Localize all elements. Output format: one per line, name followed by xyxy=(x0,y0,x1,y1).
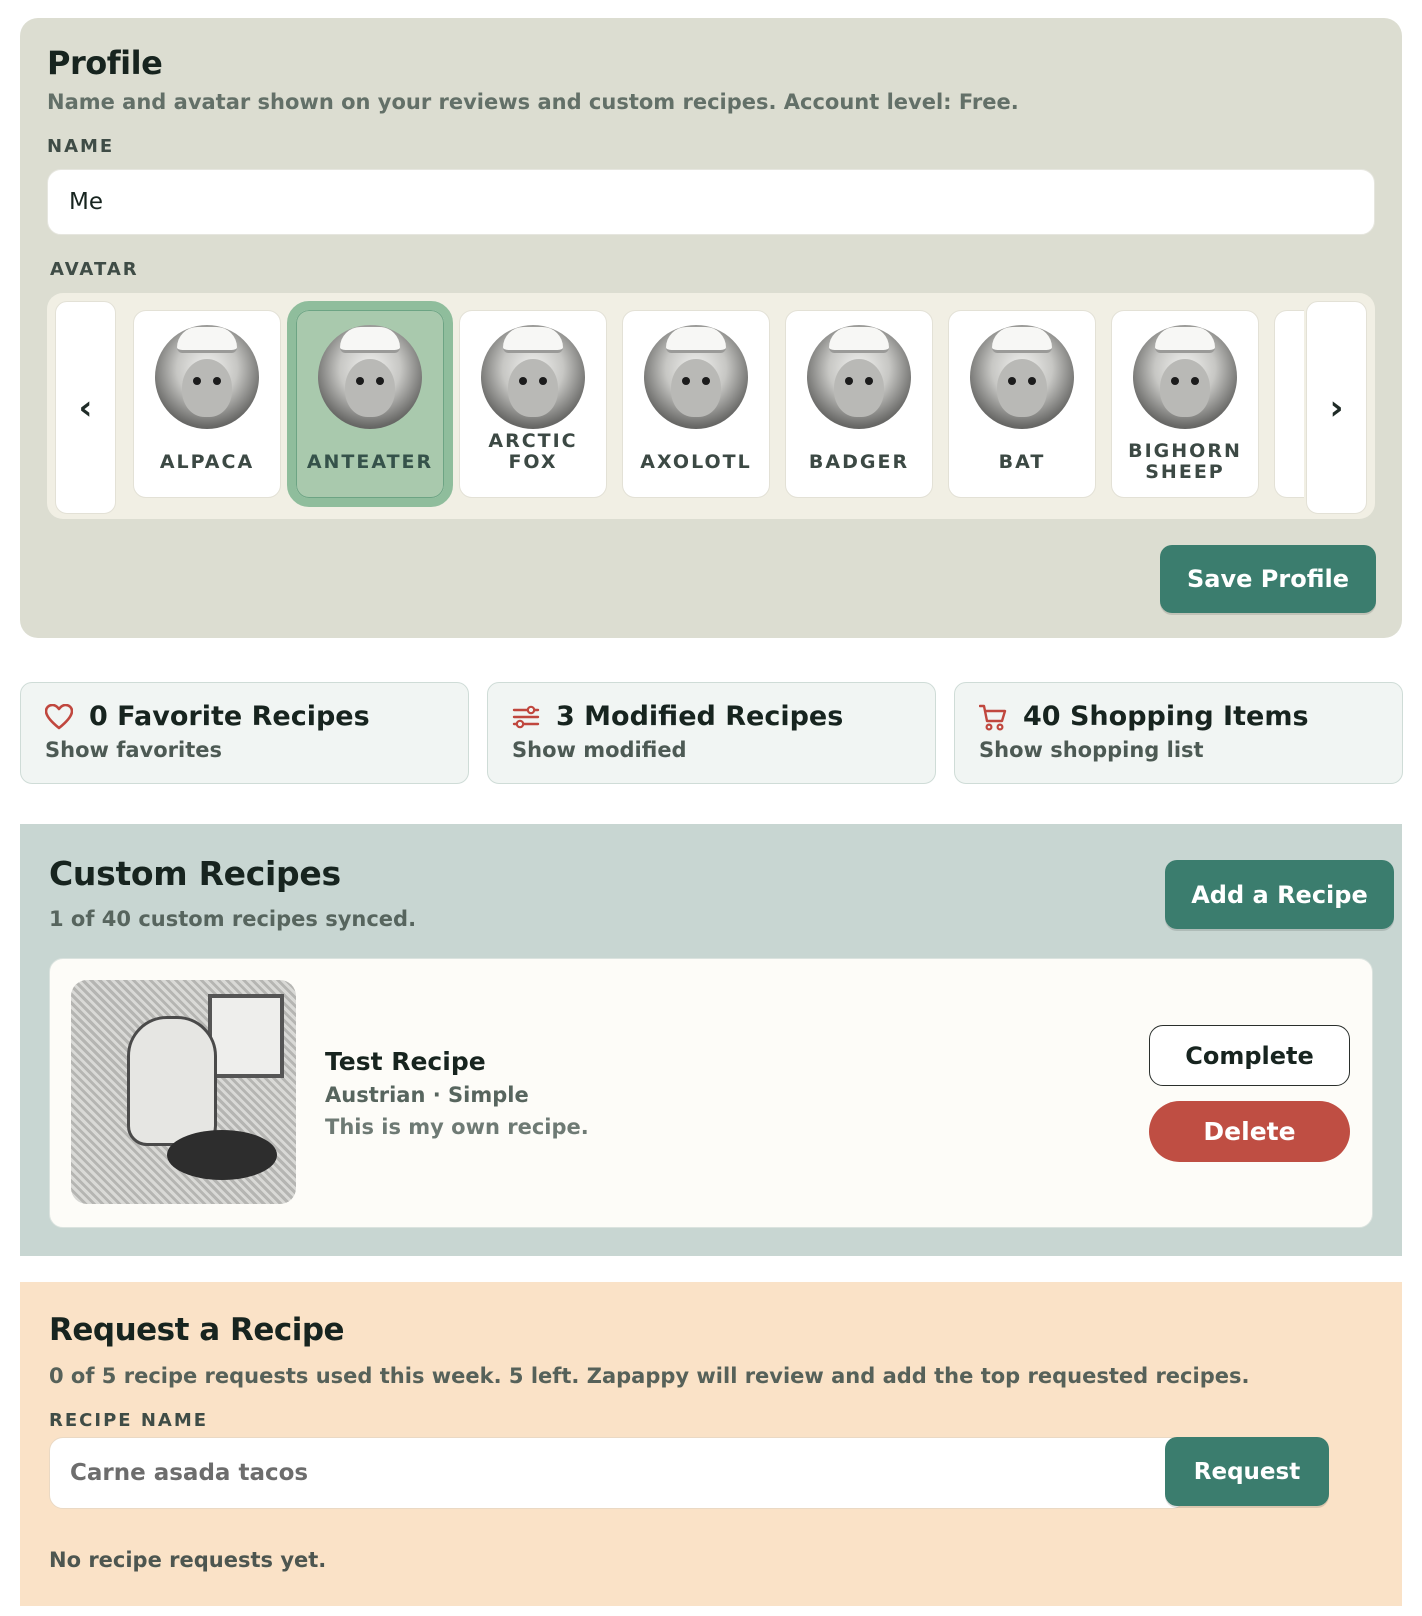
custom-recipes-section: Custom Recipes 1 of 40 custom recipes sy… xyxy=(20,824,1402,1256)
bighorn-sheep-avatar-image xyxy=(1133,325,1237,429)
recipe-meta: Austrian · Simple xyxy=(325,1083,529,1107)
profile-section: Profile Name and avatar shown on your re… xyxy=(20,18,1402,638)
chevron-left-icon: ‹ xyxy=(78,387,93,428)
alpaca-avatar-image xyxy=(155,325,259,429)
heart-icon xyxy=(45,703,73,731)
add-recipe-button[interactable]: Add a Recipe xyxy=(1165,860,1394,929)
show-shopping-list-link[interactable]: Show shopping list xyxy=(979,738,1378,762)
recipe-thumbnail xyxy=(71,980,296,1204)
shopping-count: 40 Shopping Items xyxy=(1023,701,1309,732)
avatar-option-badger[interactable]: BADGER xyxy=(785,310,933,498)
name-input[interactable]: Me xyxy=(47,169,1375,235)
carousel-prev-button[interactable]: ‹ xyxy=(55,301,116,514)
profile-title: Profile xyxy=(47,44,163,82)
recipe-name-label: RECIPE NAME xyxy=(49,1410,209,1431)
modified-card[interactable]: 3 Modified Recipes Show modified xyxy=(487,682,936,784)
request-recipe-section: Request a Recipe 0 of 5 recipe requests … xyxy=(20,1282,1402,1606)
show-modified-link[interactable]: Show modified xyxy=(512,738,911,762)
bat-avatar-image xyxy=(970,325,1074,429)
avatar-label: AVATAR xyxy=(50,259,139,280)
avatar-option-label: AXOLOTL xyxy=(640,451,752,473)
recipe-name-input[interactable]: Carne asada tacos xyxy=(49,1437,1186,1509)
avatar-label-line: SHEEP xyxy=(1145,461,1225,483)
avatar-option-label: BIGHORN SHEEP xyxy=(1128,441,1242,483)
anteater-avatar-image xyxy=(318,325,422,429)
profile-subtitle: Name and avatar shown on your reviews an… xyxy=(47,90,1019,114)
recipe-name-placeholder: Carne asada tacos xyxy=(70,1460,309,1486)
avatar-option-axolotl[interactable]: AXOLOTL xyxy=(622,310,770,498)
delete-button[interactable]: Delete xyxy=(1149,1101,1350,1162)
chevron-right-icon: › xyxy=(1329,387,1344,428)
avatar-option-label: BAT xyxy=(998,451,1046,473)
carousel-next-button[interactable]: › xyxy=(1306,301,1367,514)
avatar-carousel: ‹ ALPACA ANTEATER ARCTIC FOX AXOLOTL BAD… xyxy=(47,293,1375,519)
request-title: Request a Recipe xyxy=(49,1312,345,1348)
name-label: NAME xyxy=(47,136,115,157)
avatar-option-anteater[interactable]: ANTEATER xyxy=(287,301,453,507)
request-subtitle: 0 of 5 recipe requests used this week. 5… xyxy=(49,1364,1250,1388)
favorites-count: 0 Favorite Recipes xyxy=(89,701,370,732)
recipe-title: Test Recipe xyxy=(325,1047,486,1076)
avatar-option-alpaca[interactable]: ALPACA xyxy=(133,310,281,498)
name-input-value: Me xyxy=(69,189,103,215)
modified-count: 3 Modified Recipes xyxy=(556,701,844,732)
avatar-option-label: ALPACA xyxy=(159,451,255,473)
arctic-fox-avatar-image xyxy=(481,325,585,429)
axolotl-avatar-image xyxy=(644,325,748,429)
cart-icon xyxy=(979,703,1007,731)
shopping-card[interactable]: 40 Shopping Items Show shopping list xyxy=(954,682,1403,784)
badger-avatar-image xyxy=(807,325,911,429)
favorites-card[interactable]: 0 Favorite Recipes Show favorites xyxy=(20,682,469,784)
avatar-option-partial[interactable] xyxy=(1274,310,1304,498)
avatar-option-bighorn-sheep[interactable]: BIGHORN SHEEP xyxy=(1111,310,1259,498)
show-favorites-link[interactable]: Show favorites xyxy=(45,738,444,762)
recipe-card[interactable]: Test Recipe Austrian · Simple This is my… xyxy=(49,958,1373,1228)
no-requests-note: No recipe requests yet. xyxy=(49,1548,327,1572)
avatar-option-bat[interactable]: BAT xyxy=(948,310,1096,498)
request-button[interactable]: Request xyxy=(1165,1437,1329,1506)
avatar-option-label: BADGER xyxy=(808,451,910,473)
complete-button[interactable]: Complete xyxy=(1149,1025,1350,1086)
sliders-icon xyxy=(512,703,540,731)
avatar-option-arctic-fox[interactable]: ARCTIC FOX xyxy=(459,310,607,498)
recipe-description: This is my own recipe. xyxy=(325,1115,589,1139)
save-profile-button[interactable]: Save Profile xyxy=(1160,545,1376,613)
avatar-option-label: ANTEATER xyxy=(306,451,434,473)
avatar-option-label: ARCTIC FOX xyxy=(488,430,578,473)
avatar-label-line: BIGHORN xyxy=(1128,440,1242,462)
